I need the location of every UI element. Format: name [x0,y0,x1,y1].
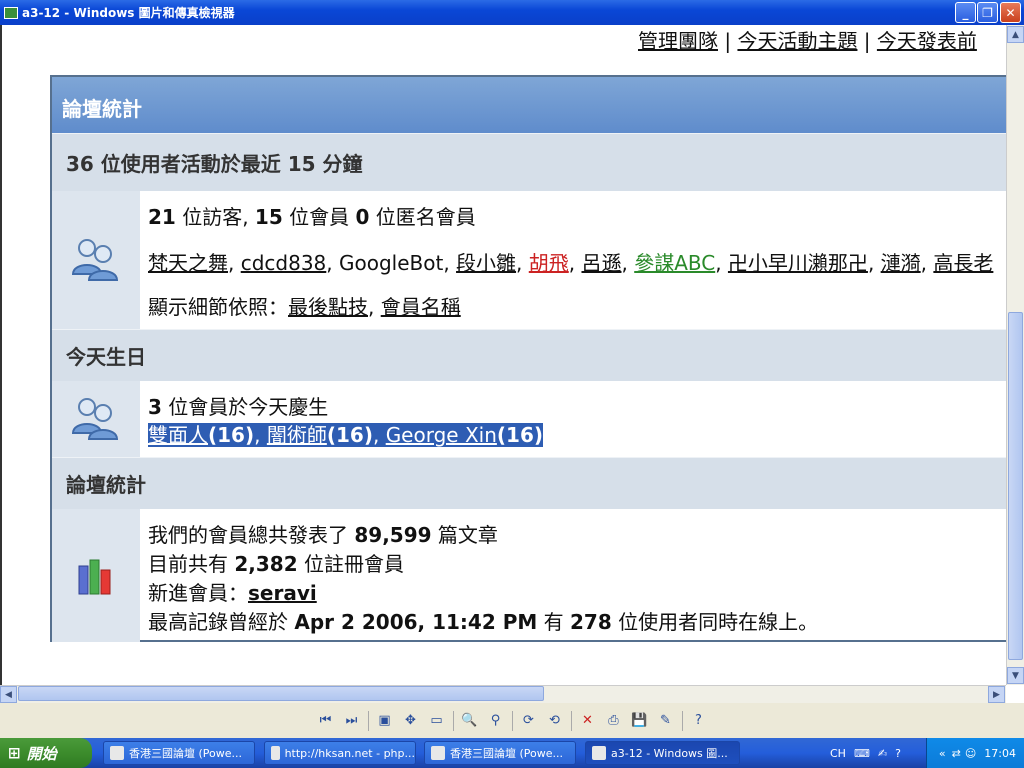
start-button[interactable]: ⊞ 開始 [0,738,92,768]
help-icon[interactable]: ? [689,711,709,731]
close-button[interactable]: ✕ [1000,2,1021,23]
user-link[interactable]: 段小雛 [456,251,516,275]
user-link[interactable]: GoogleBot [339,251,443,275]
print-icon[interactable]: ⎙ [604,711,624,731]
sort-options: 顯示細節依照：最後點技, 會員名稱 [148,295,461,319]
birthday-count: 3 位會員於今天慶生 [148,395,329,419]
scroll-left-arrow-icon[interactable]: ◀ [0,686,17,703]
language-indicator[interactable]: CH [830,747,846,760]
birthday-title: 今天生日 [52,329,1006,381]
scroll-up-arrow-icon[interactable]: ▲ [1007,26,1024,43]
online-user-list: 梵天之舞, cdcd838, GoogleBot, 段小雛, 胡飛, 呂遜, 參… [148,251,994,275]
stats-newest-member: 新進會員：seravi [148,581,317,605]
rotate-clockwise-icon[interactable]: ⟳ [519,711,539,731]
birthday-icon-cell [52,381,140,457]
scroll-down-arrow-icon[interactable]: ▼ [1007,667,1024,684]
next-image-icon[interactable]: ⏭ [342,711,362,731]
user-link[interactable]: 呂遜 [581,251,621,275]
previous-image-icon[interactable]: ⏮ [316,711,336,731]
birthday-member-link[interactable]: 雙面人 [148,423,208,447]
stats-icon-cell [52,509,140,642]
stats-header: 論壇統計 [52,77,1006,133]
sort-member-name[interactable]: 會員名稱 [381,295,461,319]
online-summary: 21 位訪客, 15 位會員 0 位匿名會員 [148,205,476,229]
scroll-right-arrow-icon[interactable]: ▶ [988,686,1005,703]
zoom-in-icon[interactable]: 🔍 [460,711,480,731]
minimize-button[interactable]: _ [955,2,976,23]
vertical-scroll-thumb[interactable] [1008,312,1023,660]
ie-icon [110,746,124,760]
start-label: 開始 [26,744,57,763]
network-icon[interactable]: ⇄ [952,747,961,760]
slideshow-icon[interactable]: ▭ [427,711,447,731]
birthday-members: 雙面人(16), 闇術師(16), George Xin(16) [140,419,1006,448]
user-link[interactable]: 胡飛 [529,251,569,275]
nav-link-today-topics[interactable]: 今天活動主題 [737,29,857,53]
user-link[interactable]: cdcd838 [241,251,327,275]
image-canvas: 管理團隊 | 今天活動主題 | 今天發表前 論壇統計 36 位使用者活動於最近 … [0,25,1006,685]
taskbar-item-active[interactable]: a3-12 - Windows 圖... [585,741,740,765]
stats-members: 目前共有 2,382 位註冊會員 [148,552,404,576]
title-bar: a3-12 - Windows 圖片和傳真檢視器 _ ❐ ✕ [0,0,1024,25]
birthday-members-selection: 雙面人(16), 闇術師(16), George Xin(16) [148,423,544,447]
taskbar-item[interactable]: 香港三國論壇 (Powe... [424,741,576,765]
nav-link-today-posts[interactable]: 今天發表前 [877,29,977,53]
ie-icon [431,746,445,760]
newest-member-link[interactable]: seravi [248,581,317,605]
system-tray: « ⇄ ☺ 17:04 [926,738,1024,768]
viewer-toolbar: ⏮ ⏭ ▣ ✥ ▭ 🔍 ⚲ ⟳ ⟲ ✕ ⎙ 💾 ✎ ? [0,703,1024,738]
window-title: a3-12 - Windows 圖片和傳真檢視器 [22,6,235,20]
help-icon[interactable]: ? [895,747,901,760]
save-icon[interactable]: 💾 [630,711,650,731]
user-link[interactable]: 參謀ABC [634,251,715,275]
birthday-member-link[interactable]: George Xin [386,423,497,447]
horizontal-scroll-thumb[interactable] [18,686,544,701]
edit-icon[interactable]: ✎ [656,711,676,731]
nav-link-team[interactable]: 管理團隊 [638,29,718,53]
pen-icon[interactable]: ✍ [878,747,887,760]
users-group-icon [71,239,119,281]
birthday-member-link[interactable]: 闇術師 [267,423,327,447]
bar-chart-icon [78,559,111,594]
keyboard-icon[interactable]: ⌨ [854,747,870,760]
forum-stats-panel: 論壇統計 36 位使用者活動於最近 15 分鐘 21 位訪客, 15 位會員 0… [50,75,1006,642]
tray-expand-icon[interactable]: « [939,747,946,760]
stats-record: 最高記錄曾經於 Apr 2 2006, 11:42 PM 有 278 位使用者同… [148,610,819,634]
users-group-icon [71,398,119,440]
image-viewer-icon [592,746,606,760]
board-stats-title: 論壇統計 [52,457,1006,509]
sort-last-click[interactable]: 最後點技 [288,295,368,319]
online-users-title: 36 位使用者活動於最近 15 分鐘 [52,133,1006,191]
zoom-out-icon[interactable]: ⚲ [486,711,506,731]
user-link[interactable]: 卍小早川瀨那卍 [728,251,868,275]
clock: 17:04 [984,746,1016,760]
messenger-icon[interactable]: ☺ [965,747,976,760]
sort-label: 顯示細節依照： [148,295,288,319]
taskbar-item[interactable]: http://hksan.net - php... [264,741,416,765]
actual-size-icon[interactable]: ✥ [401,711,421,731]
user-link[interactable]: 漣漪 [881,251,921,275]
delete-icon[interactable]: ✕ [578,711,598,731]
maximize-button[interactable]: ❐ [977,2,998,23]
user-link[interactable]: 梵天之舞 [148,251,228,275]
rotate-counterclockwise-icon[interactable]: ⟲ [545,711,565,731]
windows-logo-icon: ⊞ [8,744,21,762]
stats-posts: 我們的會員總共發表了 89,599 篇文章 [148,523,498,547]
online-icon-cell [52,191,140,329]
language-bar: CH ⌨ ✍ ? [826,738,926,768]
best-fit-icon[interactable]: ▣ [375,711,395,731]
user-link[interactable]: 高長老 [933,251,993,275]
top-nav-links: 管理團隊 | 今天活動主題 | 今天發表前 [638,29,977,53]
image-viewer-icon [4,6,18,19]
ie-icon [271,746,280,760]
taskbar-item[interactable]: 香港三國論壇 (Powe... [103,741,255,765]
